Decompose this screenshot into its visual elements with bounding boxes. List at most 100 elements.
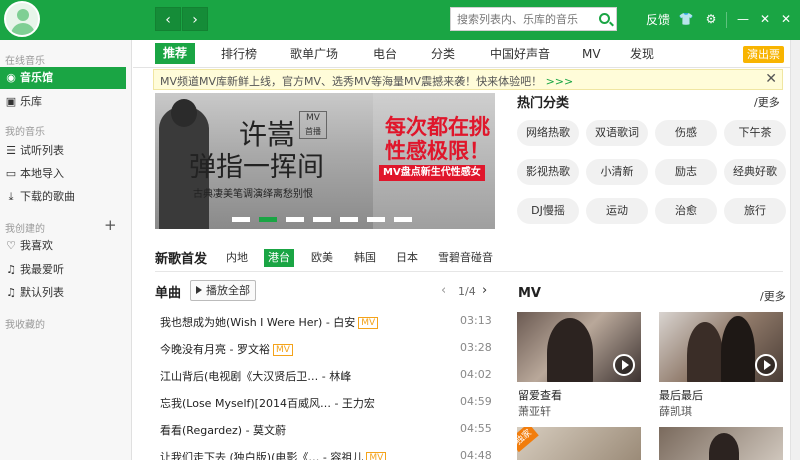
sidebar-item-default-list[interactable]: ♫ 默认列表 xyxy=(0,282,126,304)
region-tab-korea[interactable]: 韩国 xyxy=(354,249,376,267)
mv-artist[interactable]: 萧亚轩 xyxy=(518,403,551,419)
mv-artist[interactable]: 薛凯琪 xyxy=(659,403,692,419)
section-title-collected: 我收藏的 xyxy=(5,320,45,331)
sidebar-item-label: 我喜欢 xyxy=(20,239,53,252)
region-tab-western[interactable]: 欧美 xyxy=(311,249,333,267)
mv-title[interactable]: 留爱查看 xyxy=(518,387,562,403)
song-title[interactable]: 看看(Regardez) - 莫文蔚 xyxy=(160,422,410,438)
category-pill[interactable]: 网络热歌 xyxy=(517,120,579,146)
mv-tag[interactable]: MV xyxy=(358,317,379,329)
tab-recommend[interactable]: 推荐 xyxy=(155,43,196,64)
forward-button[interactable]: › xyxy=(182,7,208,31)
search-input[interactable] xyxy=(451,8,591,30)
song-row[interactable]: 今晚没有月亮 - 罗文裕 MV 03:28 xyxy=(160,339,492,359)
category-pill[interactable]: 影视热歌 xyxy=(517,159,579,185)
sidebar-item-downloads[interactable]: ⤓ 下载的歌曲 xyxy=(0,186,126,208)
play-icon[interactable] xyxy=(613,354,635,376)
song-row[interactable]: 看看(Regardez) - 莫文蔚 04:55 xyxy=(160,420,492,440)
tab-playlists[interactable]: 歌单广场 xyxy=(290,40,338,68)
scrollbar[interactable] xyxy=(790,40,800,460)
sidebar-item-favorites[interactable]: ♡ 我喜欢 xyxy=(0,235,126,257)
banner-carousel[interactable]: 许嵩 MV 首播 弹指一挥间 古典凄美笔调演绎离愁别恨 每次都在挑 性感极限！ M… xyxy=(155,93,495,229)
close-icon[interactable]: ✕ xyxy=(765,70,777,89)
banner-slide-main[interactable]: 许嵩 MV 首播 弹指一挥间 古典凄美笔调演绎离愁别恨 xyxy=(155,93,373,229)
category-pill[interactable]: 下午茶 xyxy=(724,120,786,146)
hot-categories-more-link[interactable]: /更多 xyxy=(754,94,780,110)
category-pill[interactable]: 小清新 xyxy=(586,159,648,185)
song-title[interactable]: 让我们走下去 (独白版)(电影《… - 容祖儿 MV xyxy=(160,449,410,460)
song-title[interactable]: 今晚没有月亮 - 罗文裕 MV xyxy=(160,341,410,357)
song-row[interactable]: 我也想成为她(Wish I Were Her) - 白安 MV 03:13 xyxy=(160,312,492,332)
music-note-icon: ♫ xyxy=(6,286,16,299)
song-row[interactable]: 江山背后(电视剧《大汉贤后卫… - 林峰 04:02 xyxy=(160,366,492,386)
carousel-dot[interactable] xyxy=(286,217,304,222)
song-row[interactable]: 让我们走下去 (独白版)(电影《… - 容祖儿 MV 04:48 xyxy=(160,447,492,460)
gear-icon[interactable]: ⚙ xyxy=(702,9,720,29)
minimize-button[interactable]: — xyxy=(734,9,752,29)
tab-mv[interactable]: MV xyxy=(582,40,601,68)
category-pill[interactable]: DJ慢摇 xyxy=(517,198,579,224)
region-tab-sprite[interactable]: 雪碧音碰音 xyxy=(438,249,493,267)
mv-thumbnail[interactable] xyxy=(659,312,783,382)
mv-thumbnail[interactable] xyxy=(517,312,641,382)
sidebar: 在线音乐 ◉ 音乐馆 ▣ 乐库 我的音乐 ☰ 试听列表 ▭ 本地导入 ⤓ 下载的… xyxy=(0,40,132,460)
region-tab-japan[interactable]: 日本 xyxy=(396,249,418,267)
carousel-dot[interactable] xyxy=(313,217,331,222)
mini-mode-button[interactable]: ✕ xyxy=(756,9,774,29)
banner-slide-next[interactable]: 每次都在挑 性感极限！ MV盘点新生代性感女 xyxy=(373,93,495,229)
shirt-icon[interactable]: 👕 xyxy=(677,9,695,29)
category-pill[interactable]: 旅行 xyxy=(724,198,786,224)
category-pill[interactable]: 治愈 xyxy=(655,198,717,224)
play-all-button[interactable]: 播放全部 xyxy=(190,280,256,301)
add-playlist-button[interactable]: + xyxy=(104,216,117,234)
region-tab-hk-tw[interactable]: 港台 xyxy=(264,249,294,267)
category-pill[interactable]: 经典好歌 xyxy=(724,159,786,185)
mv-tag[interactable]: MV xyxy=(366,452,387,460)
mv-title[interactable]: 最后最后 xyxy=(659,387,703,403)
song-duration: 03:13 xyxy=(460,314,492,327)
sidebar-item-trial-list[interactable]: ☰ 试听列表 xyxy=(0,140,126,162)
close-button[interactable]: ✕ xyxy=(777,9,795,29)
song-title[interactable]: 忘我(Lose Myself)[2014百威风… - 王力宏 xyxy=(160,395,410,411)
mv-tag[interactable]: MV xyxy=(272,344,293,356)
tab-radio[interactable]: 电台 xyxy=(373,40,397,68)
ticket-button[interactable]: 演出票 xyxy=(743,46,784,63)
tab-voice-of-china[interactable]: 中国好声音 xyxy=(490,40,550,68)
sidebar-item-most-played[interactable]: ♫ 我最爱听 xyxy=(0,259,126,281)
sidebar-item-local-import[interactable]: ▭ 本地导入 xyxy=(0,163,126,185)
sidebar-item-library[interactable]: ▣ 乐库 xyxy=(0,91,126,113)
carousel-dot[interactable] xyxy=(259,217,277,222)
play-icon[interactable] xyxy=(755,354,777,376)
notice-message: MV频道MV库新鲜上线，官方MV、选秀MV等海量MV震撼来袭！快来体验吧！ xyxy=(160,75,543,88)
tab-discover[interactable]: 发现 xyxy=(630,40,654,68)
song-title[interactable]: 江山背后(电视剧《大汉贤后卫… - 林峰 xyxy=(160,368,410,384)
song-title[interactable]: 我也想成为她(Wish I Were Her) - 白安 MV xyxy=(160,314,410,330)
feedback-link[interactable]: 反馈 xyxy=(646,11,670,28)
category-pill[interactable]: 运动 xyxy=(586,198,648,224)
carousel-dot[interactable] xyxy=(340,217,358,222)
notice-more-link[interactable]: >>> xyxy=(546,75,574,88)
back-button[interactable]: ‹ xyxy=(155,7,181,31)
mv-thumbnail[interactable] xyxy=(659,427,783,460)
mv-thumbnail[interactable]: 独家 xyxy=(517,427,641,460)
hot-categories-title: 热门分类 xyxy=(517,96,570,111)
disc-icon: ◉ xyxy=(6,71,16,84)
notice-text[interactable]: MV频道MV库新鲜上线，官方MV、选秀MV等海量MV震撼来袭！快来体验吧！ >>… xyxy=(160,73,573,89)
mv-more-link[interactable]: /更多 xyxy=(760,288,786,304)
chevron-right-icon[interactable]: › xyxy=(482,283,487,298)
category-pill[interactable]: 双语歌词 xyxy=(586,120,648,146)
tab-charts[interactable]: 排行榜 xyxy=(221,40,257,68)
avatar[interactable] xyxy=(4,1,40,37)
chevron-left-icon[interactable]: ‹ xyxy=(441,283,446,298)
region-tab-mainland[interactable]: 内地 xyxy=(226,249,248,267)
carousel-dot[interactable] xyxy=(394,217,412,222)
carousel-dot[interactable] xyxy=(232,217,250,222)
song-row[interactable]: 忘我(Lose Myself)[2014百威风… - 王力宏 04:59 xyxy=(160,393,492,413)
notice-bar: MV频道MV库新鲜上线，官方MV、选秀MV等海量MV震撼来袭！快来体验吧！ >>… xyxy=(153,69,783,90)
tab-categories[interactable]: 分类 xyxy=(431,40,455,68)
category-pill[interactable]: 伤感 xyxy=(655,120,717,146)
search-icon[interactable] xyxy=(599,13,610,24)
category-pill[interactable]: 励志 xyxy=(655,159,717,185)
carousel-dot[interactable] xyxy=(367,217,385,222)
sidebar-item-music-hall[interactable]: ◉ 音乐馆 xyxy=(0,67,126,89)
